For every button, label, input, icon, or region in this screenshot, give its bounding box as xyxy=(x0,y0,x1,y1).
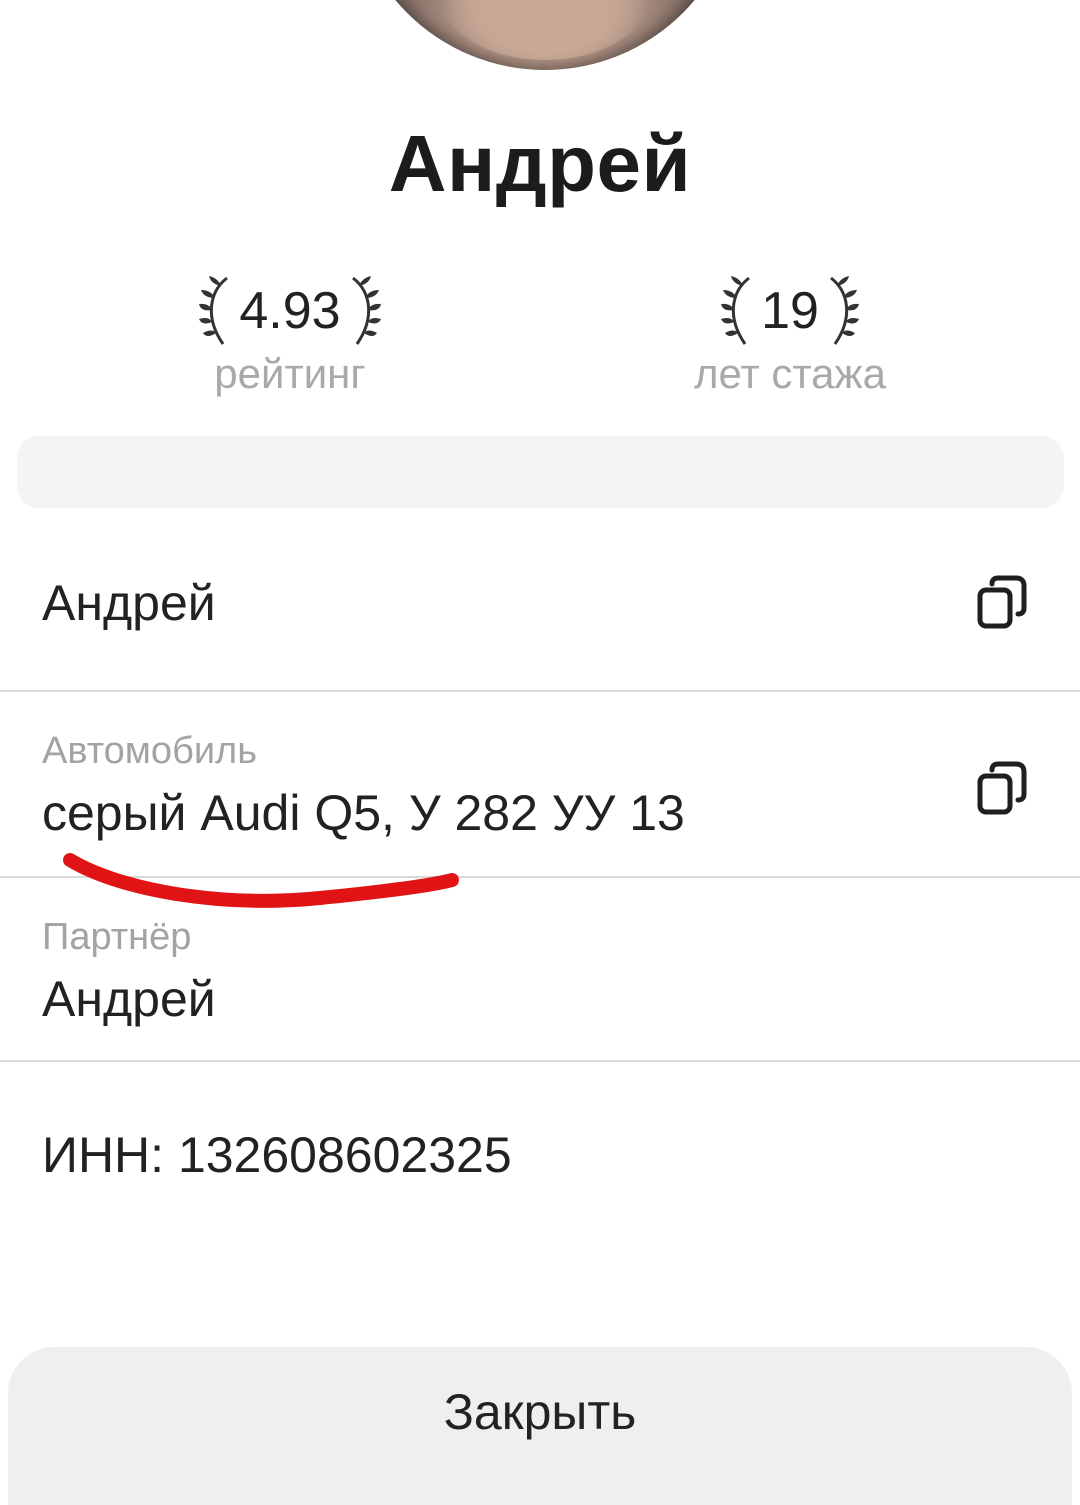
partner-row: Партнёр Андрей xyxy=(0,878,1080,1060)
copy-icon xyxy=(977,575,1027,629)
inn-value: ИНН: 132608602325 xyxy=(42,1127,512,1183)
driver-avatar xyxy=(350,0,740,70)
driver-name-title: Андрей xyxy=(388,119,692,208)
inn-row: ИНН: 132608602325 xyxy=(0,1062,1080,1242)
laurel-left-icon xyxy=(199,272,235,350)
copy-car-button[interactable] xyxy=(976,760,1032,816)
driver-name-value: Андрей xyxy=(42,575,216,631)
car-value: серый Audi Q5, У 282 УУ 13 xyxy=(42,785,685,841)
car-label: Автомобиль xyxy=(42,730,258,772)
close-button[interactable]: Закрыть xyxy=(8,1347,1072,1505)
copy-icon xyxy=(977,761,1027,815)
experience-value: 19 xyxy=(761,282,819,340)
info-banner xyxy=(17,436,1064,508)
partner-label: Партнёр xyxy=(42,916,192,958)
experience-caption: лет стажа xyxy=(694,350,886,397)
car-row: Автомобиль серый Audi Q5, У 282 УУ 13 xyxy=(0,692,1080,876)
rating-caption: рейтинг xyxy=(214,350,366,397)
rating-stat: 4.93 рейтинг xyxy=(140,268,440,398)
laurel-left-icon xyxy=(721,272,757,350)
experience-stat: 19 лет стажа xyxy=(640,268,940,398)
rating-value: 4.93 xyxy=(239,282,341,340)
copy-name-button[interactable] xyxy=(976,574,1032,630)
driver-profile-screen: Андрей 4.93 рейтинг 19 лет стажа Андрей … xyxy=(0,0,1080,1505)
driver-name-row: Андрей xyxy=(0,540,1080,690)
laurel-right-icon xyxy=(823,272,859,350)
partner-value: Андрей xyxy=(42,971,216,1027)
laurel-right-icon xyxy=(345,272,381,350)
